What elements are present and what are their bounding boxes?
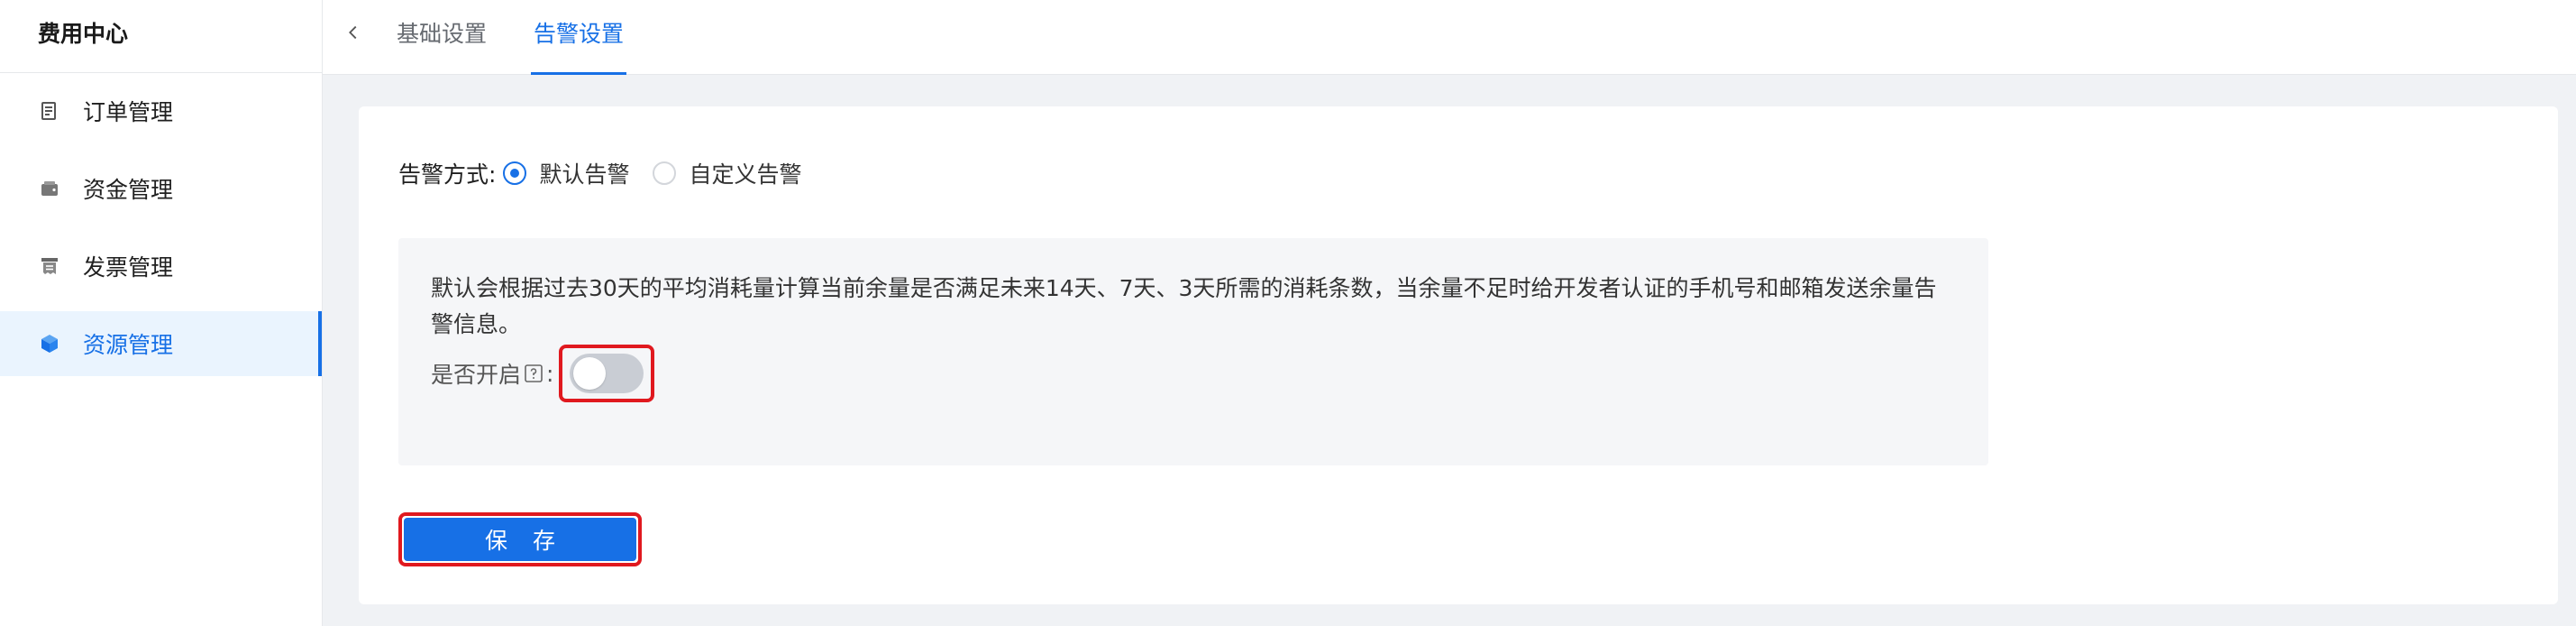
save-button[interactable]: 保 存 (404, 518, 636, 561)
alert-method-label: 告警方式: (398, 161, 497, 188)
save-button-highlight: 保 存 (398, 512, 642, 566)
wallet-icon (38, 177, 61, 200)
order-icon (38, 99, 61, 123)
sidebar-item-label: 资金管理 (83, 177, 174, 203)
sidebar-menu: 订单管理 资金管理 发票管理 资源管理 (0, 78, 322, 376)
radio-dot-unchecked (653, 161, 677, 185)
default-alert-info-panel: 默认会根据过去30天的平均消耗量计算当前余量是否满足未来14天、7天、3天所需的… (398, 238, 1988, 465)
sidebar: 费用中心 订单管理 资金管理 发票管理 资源管理 (0, 0, 323, 626)
sidebar-item-invoices[interactable]: 发票管理 (0, 234, 322, 299)
top-tab-bar: 基础设置 告警设置 (323, 0, 2576, 75)
enable-row: 是否开启 : (431, 345, 655, 402)
invoice-icon (38, 254, 61, 278)
alert-settings-card: 告警方式: 默认告警 自定义告警 默认会根据过去30天的平均消耗量计算当前余量是… (359, 106, 2558, 604)
enable-switch-highlight (559, 345, 655, 402)
sidebar-item-label: 发票管理 (83, 254, 174, 281)
toggle-knob (573, 357, 607, 390)
radio-custom-alert-label: 自定义告警 (689, 161, 802, 188)
sidebar-item-funds[interactable]: 资金管理 (0, 156, 322, 221)
sidebar-item-label: 订单管理 (83, 99, 174, 125)
alert-method-row: 告警方式: 默认告警 自定义告警 (398, 157, 825, 189)
chevron-left-icon (343, 23, 363, 46)
default-alert-description: 默认会根据过去30天的平均消耗量计算当前余量是否满足未来14天、7天、3天所需的… (431, 275, 1937, 337)
tab-alert-settings[interactable]: 告警设置 (530, 0, 627, 75)
sidebar-item-label: 资源管理 (83, 332, 174, 358)
tab-basic-settings[interactable]: 基础设置 (397, 0, 487, 74)
sidebar-item-orders[interactable]: 订单管理 (0, 78, 322, 143)
cube-icon (38, 332, 61, 355)
radio-default-alert-label: 默认告警 (539, 161, 630, 188)
enable-label: 是否开启 (431, 362, 522, 388)
enable-label-colon: : (546, 360, 554, 387)
sidebar-item-resources[interactable]: 资源管理 (0, 311, 322, 376)
radio-default-alert[interactable]: 默认告警 (503, 157, 629, 189)
enable-toggle-switch[interactable] (570, 354, 644, 393)
radio-dot-checked (503, 161, 527, 185)
back-button[interactable] (335, 16, 371, 52)
help-icon[interactable] (523, 363, 544, 384)
radio-custom-alert[interactable]: 自定义告警 (653, 157, 801, 189)
sidebar-title: 费用中心 (0, 0, 322, 73)
